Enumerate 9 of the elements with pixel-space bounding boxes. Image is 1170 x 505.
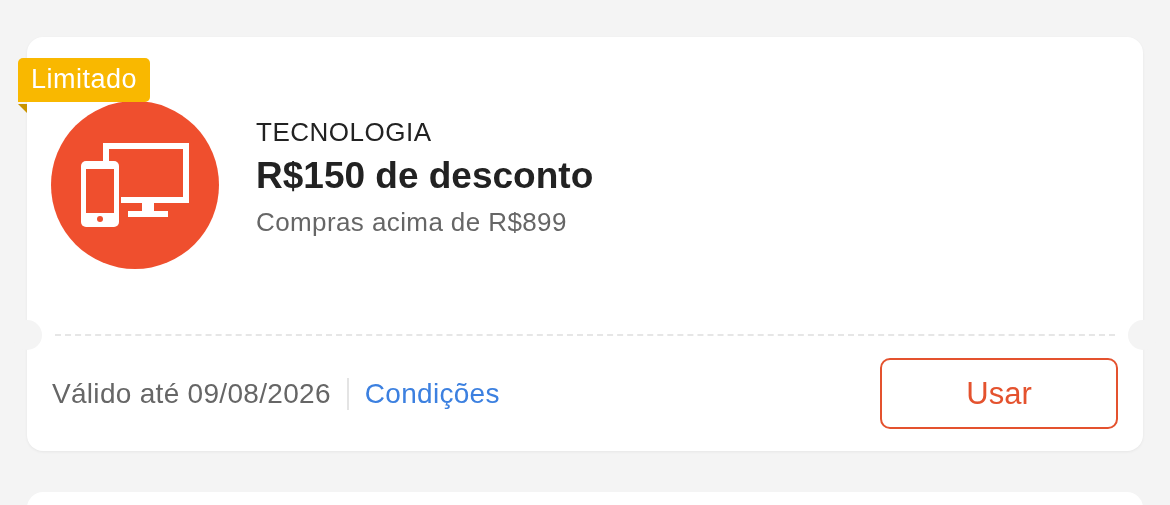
discount-title: R$150 de desconto: [256, 154, 594, 198]
use-button[interactable]: Usar: [880, 358, 1118, 429]
tag-fold-icon: [18, 104, 27, 113]
devices-icon: [81, 143, 189, 227]
validity-text: Válido até 09/08/2026: [52, 377, 331, 410]
limited-tag: Limitado: [18, 58, 151, 102]
minimum-purchase-text: Compras acima de R$899: [256, 206, 568, 239]
conditions-link[interactable]: Condições: [364, 377, 500, 410]
category-label: TECNOLOGIA: [256, 116, 433, 148]
